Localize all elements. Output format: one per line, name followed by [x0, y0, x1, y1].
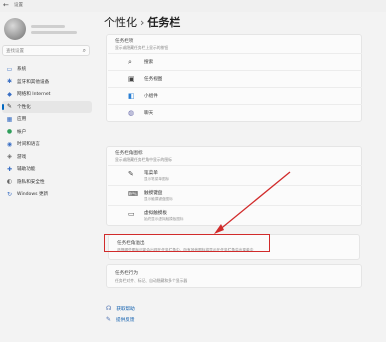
- sidebar-item-label: 辅助功能: [17, 167, 36, 173]
- sidebar-item-label: 个性化: [17, 104, 31, 110]
- sidebar-item-label: 系统: [17, 67, 27, 73]
- setting-label: 任务视图: [144, 77, 163, 82]
- account-name-placeholder: [31, 25, 65, 28]
- section-title: 任务栏项: [115, 39, 134, 44]
- sidebar-item-bluetooth[interactable]: ✱ 蓝牙和其他设备: [0, 76, 94, 89]
- sidebar-item-label: Windows 更新: [17, 192, 49, 198]
- section-subtitle: 显示或隐藏任务栏角中显示的图标: [115, 157, 172, 162]
- section-title: 任务栏行为: [115, 271, 138, 276]
- sidebar-item-label: 蓝牙和其他设备: [17, 79, 50, 85]
- setting-row-touch-keyboard[interactable]: ⌨ 触摸键盘 显示触摸键盘图标: [108, 185, 362, 205]
- setting-row-search[interactable]: ⌕ 搜索: [108, 53, 362, 70]
- sidebar-item-privacy[interactable]: ◐ 隐私和安全性: [0, 176, 94, 189]
- taskbar-behaviors-section[interactable]: 任务栏行为 任务栏对齐、标记、自动隐藏和多个显示器: [106, 264, 362, 288]
- pen-icon: ✎: [128, 170, 134, 178]
- app-title: 设置: [14, 3, 23, 8]
- sidebar-item-label: 网络和 Internet: [17, 92, 51, 98]
- back-arrow-icon[interactable]: ←: [3, 1, 9, 9]
- setting-row-widgets[interactable]: ◧ 小组件: [108, 87, 362, 104]
- feedback-icon: ✎: [106, 316, 112, 323]
- sidebar-item-label: 应用: [17, 117, 27, 123]
- taskbar-corner-icons-section: 任务栏角图标 显示或隐藏任务栏角中显示的图标 ✎ 笔菜单 显示笔菜单图标 ⌨ 触…: [106, 146, 362, 226]
- breadcrumb-separator: ›: [140, 16, 145, 29]
- account-email-placeholder: [31, 31, 77, 34]
- setting-description: 显示笔菜单图标: [144, 177, 170, 181]
- avatar[interactable]: [4, 18, 26, 40]
- sidebar-item-label: 隐私和安全性: [17, 179, 45, 185]
- setting-description: 显示触摸键盘图标: [144, 197, 173, 201]
- accessibility-icon: ✚: [6, 165, 13, 173]
- update-icon: ↻: [6, 190, 13, 198]
- link-label: 提供反馈: [116, 317, 135, 323]
- bluetooth-icon: ✱: [6, 78, 13, 86]
- main-content: 个性化 › 任务栏 任务栏项 显示或隐藏任务栏上显示的按钮 ⌕ 搜索 ▣ 任务视图 …: [94, 12, 386, 342]
- task-view-icon: ▣: [128, 75, 135, 83]
- chat-icon: ◍: [128, 109, 135, 117]
- setting-label: 触摸键盘: [144, 191, 163, 196]
- page-title: 任务栏: [147, 16, 181, 29]
- title-bar: ← 设置: [0, 0, 386, 12]
- touchpad-icon: ▭: [128, 210, 135, 218]
- setting-row-virtual-touchpad[interactable]: ▭ 虚拟触摸板 始终显示虚拟触摸板图标: [108, 205, 362, 225]
- sidebar-item-accessibility[interactable]: ✚ 辅助功能: [0, 163, 94, 176]
- section-title: 任务栏角图标: [115, 151, 143, 156]
- globe-icon: ◉: [6, 140, 13, 148]
- breadcrumb-parent[interactable]: 个性化: [104, 16, 137, 29]
- search-input[interactable]: 查找设置: [6, 48, 24, 54]
- gamepad-icon: ◈: [7, 153, 12, 161]
- setting-row-task-view[interactable]: ▣ 任务视图: [108, 70, 362, 87]
- sidebar-item-gaming[interactable]: ◈ 游戏: [0, 151, 94, 164]
- setting-label: 笔菜单: [144, 171, 158, 176]
- apps-icon: ▦: [6, 115, 13, 123]
- breadcrumb: 个性化 › 任务栏: [104, 14, 180, 30]
- sidebar-item-windows-update[interactable]: ↻ Windows 更新: [0, 188, 94, 201]
- sidebar: 查找设置 ⌕ ▭ 系统 ✱ 蓝牙和其他设备 ◆ 网络和 Internet ✎ 个…: [0, 12, 94, 342]
- sidebar-item-label: 游戏: [17, 154, 27, 160]
- annotation-highlight-box: [104, 234, 270, 252]
- sidebar-item-label: 时间和语言: [17, 142, 40, 148]
- sidebar-item-time-language[interactable]: ◉ 时间和语言: [0, 138, 94, 151]
- help-icon: ☊: [106, 305, 112, 312]
- sidebar-nav: ▭ 系统 ✱ 蓝牙和其他设备 ◆ 网络和 Internet ✎ 个性化 ▦ 应用…: [0, 63, 94, 201]
- account-icon: ●: [6, 128, 13, 136]
- search-box[interactable]: 查找设置 ⌕: [2, 45, 90, 56]
- setting-row-chat[interactable]: ◍ 聊天: [108, 104, 362, 121]
- monitor-icon: ▭: [6, 65, 13, 73]
- widgets-icon: ◧: [128, 92, 135, 100]
- taskbar-items-section: 任务栏项 显示或隐藏任务栏上显示的按钮 ⌕ 搜索 ▣ 任务视图 ◧ 小组件 ◍ …: [106, 34, 362, 122]
- sidebar-item-network[interactable]: ◆ 网络和 Internet: [0, 88, 94, 101]
- sidebar-item-apps[interactable]: ▦ 应用: [0, 113, 94, 126]
- brush-icon: ✎: [6, 103, 13, 111]
- section-subtitle: 任务栏对齐、标记、自动隐藏和多个显示器: [115, 278, 188, 283]
- setting-description: 始终显示虚拟触摸板图标: [144, 217, 184, 221]
- keyboard-icon: ⌨: [128, 190, 139, 198]
- get-help-link[interactable]: ☊ 获取帮助: [106, 305, 135, 312]
- setting-label: 虚拟触摸板: [144, 211, 167, 216]
- search-icon: ⌕: [128, 58, 132, 66]
- section-subtitle: 显示或隐藏任务栏上显示的按钮: [115, 45, 169, 50]
- sidebar-item-personalization[interactable]: ✎ 个性化: [2, 100, 92, 113]
- setting-label: 聊天: [144, 111, 154, 116]
- setting-label: 搜索: [144, 60, 154, 65]
- give-feedback-link[interactable]: ✎ 提供反馈: [106, 316, 134, 323]
- shield-icon: ◐: [6, 178, 13, 186]
- setting-row-pen-menu[interactable]: ✎ 笔菜单 显示笔菜单图标: [108, 165, 362, 185]
- search-icon[interactable]: ⌕: [83, 47, 86, 55]
- link-label: 获取帮助: [116, 306, 135, 312]
- sidebar-item-system[interactable]: ▭ 系统: [0, 63, 94, 76]
- sidebar-item-label: 帐户: [17, 129, 27, 135]
- sidebar-item-accounts[interactable]: ● 帐户: [0, 126, 94, 139]
- wifi-icon: ◆: [7, 90, 12, 98]
- setting-label: 小组件: [144, 94, 158, 99]
